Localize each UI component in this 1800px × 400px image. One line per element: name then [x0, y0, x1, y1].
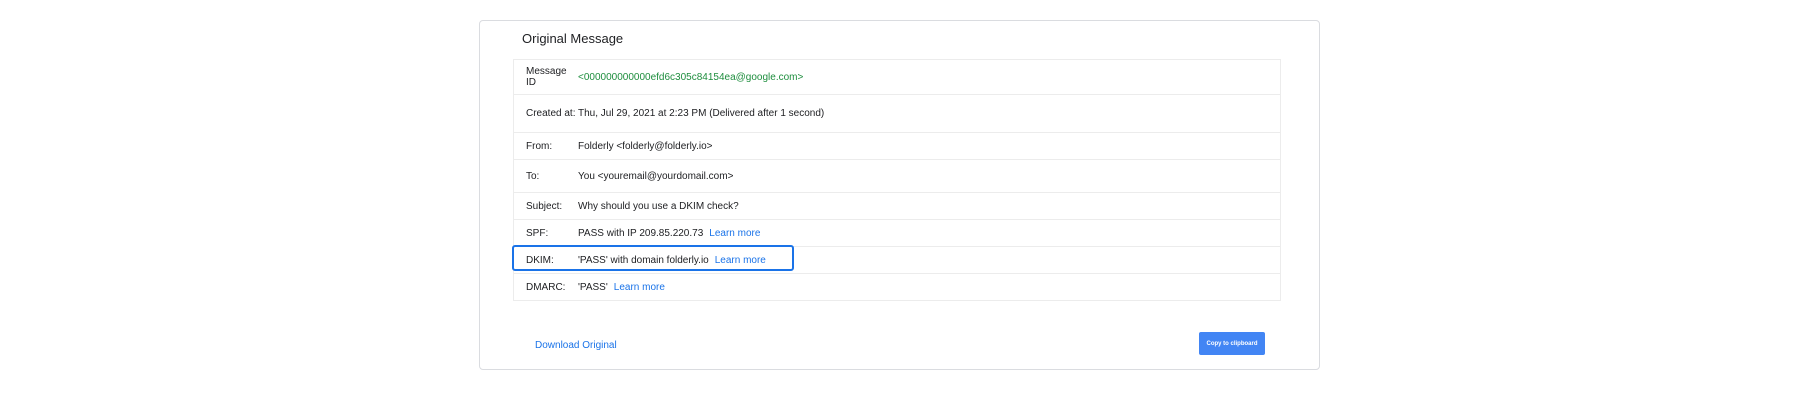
spf-result: PASS with IP 209.85.220.73 — [578, 227, 704, 239]
to-row: To: You <youremail@yourdomail.com> — [514, 160, 1280, 193]
copy-to-clipboard-button[interactable]: Copy to clipboard — [1199, 332, 1265, 355]
dkim-result: 'PASS' with domain folderly.io — [578, 254, 709, 266]
dmarc-row: DMARC: 'PASS' Learn more — [514, 274, 1280, 300]
subject-label: Subject: — [526, 200, 563, 212]
from-value: Folderly <folderly@folderly.io> — [578, 140, 713, 152]
dmarc-learn-more-link[interactable]: Learn more — [614, 282, 665, 293]
to-value: You <youremail@yourdomail.com> — [578, 170, 734, 182]
spf-row: SPF: PASS with IP 209.85.220.73 Learn mor… — [514, 220, 1280, 247]
dkim-row: DKIM: 'PASS' with domain folderly.io Lear… — [512, 245, 1280, 274]
dkim-value: 'PASS' with domain folderly.io Learn more — [578, 255, 1280, 266]
created-at-row: Created at: Thu, Jul 29, 2021 at 2:23 PM… — [514, 95, 1280, 133]
to-label: To: — [526, 170, 540, 182]
created-at-value: Thu, Jul 29, 2021 at 2:23 PM (Delivered … — [578, 108, 825, 119]
subject-row: Subject: Why should you use a DKIM check… — [514, 193, 1280, 220]
spf-label: SPF: — [526, 227, 549, 239]
message-id-label: Message ID — [526, 66, 567, 88]
dmarc-value: 'PASS' Learn more — [578, 282, 1280, 293]
dmarc-result: 'PASS' — [578, 281, 608, 293]
spf-value: PASS with IP 209.85.220.73 Learn more — [578, 228, 1280, 239]
message-id-value: <000000000000efd6c305c84154ea@google.com… — [578, 71, 804, 83]
original-message-card: Original Message Message ID <00000000000… — [479, 20, 1320, 370]
dkim-learn-more-link[interactable]: Learn more — [715, 255, 766, 266]
dmarc-label: DMARC: — [526, 281, 566, 293]
from-label: From: — [526, 140, 553, 152]
from-row: From: Folderly <folderly@folderly.io> — [514, 133, 1280, 160]
spf-learn-more-link[interactable]: Learn more — [709, 228, 760, 239]
dkim-label: DKIM: — [526, 254, 554, 266]
message-info-table: Message ID <000000000000efd6c305c84154ea… — [512, 59, 1281, 301]
page-title: Original Message — [522, 31, 624, 46]
download-original-link[interactable]: Download Original — [535, 340, 617, 351]
created-at-label: Created at: — [526, 108, 576, 119]
subject-value: Why should you use a DKIM check? — [578, 200, 739, 212]
message-id-row: Message ID <000000000000efd6c305c84154ea… — [514, 60, 1280, 95]
